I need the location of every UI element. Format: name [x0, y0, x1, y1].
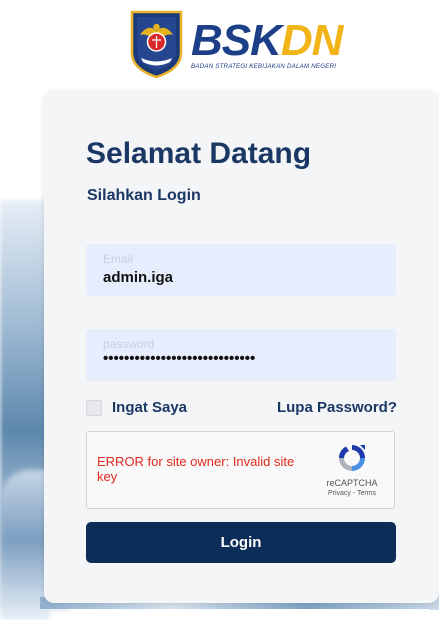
brand-subtitle: BADAN STRATEGI KEBIJAKAN DALAM NEGERI: [191, 62, 337, 70]
recaptcha-logo: reCAPTCHA Privacy - Terms: [322, 442, 382, 497]
remember-me[interactable]: Ingat Saya: [86, 399, 187, 416]
brand: BSKDN BADAN STRATEGI KEBIJAKAN DALAM NEG…: [191, 15, 343, 70]
login-button[interactable]: Login: [86, 522, 396, 563]
password-field[interactable]: password •••••••••••••••••••••••••••••: [86, 329, 396, 381]
recaptcha-error: ERROR for site owner: Invalid site key: [97, 454, 295, 484]
garuda-emblem-icon: [128, 9, 185, 79]
header-logo: BSKDN BADAN STRATEGI KEBIJAKAN DALAM NEG…: [128, 9, 343, 79]
login-card: Selamat Datang Silahkan Login Email admi…: [44, 91, 439, 603]
email-field-value: admin.iga: [103, 269, 174, 286]
password-field-value: •••••••••••••••••••••••••••••: [103, 350, 256, 367]
page-title: Selamat Datang: [86, 137, 312, 170]
recaptcha-widget[interactable]: ERROR for site owner: Invalid site key r…: [86, 431, 395, 509]
recaptcha-icon: [336, 442, 368, 474]
email-field-label: Email: [103, 252, 134, 266]
password-field-label: password: [103, 337, 155, 351]
forgot-password-link[interactable]: Lupa Password?: [277, 399, 397, 416]
email-field[interactable]: Email admin.iga: [86, 244, 396, 296]
brand-name: BSKDN: [191, 15, 343, 65]
recaptcha-name: reCAPTCHA: [326, 478, 378, 488]
remember-checkbox[interactable]: [86, 399, 102, 416]
remember-label: Ingat Saya: [112, 399, 188, 416]
recaptcha-privacy-terms[interactable]: Privacy - Terms: [322, 490, 382, 497]
login-subtitle: Silahkan Login: [87, 187, 201, 204]
